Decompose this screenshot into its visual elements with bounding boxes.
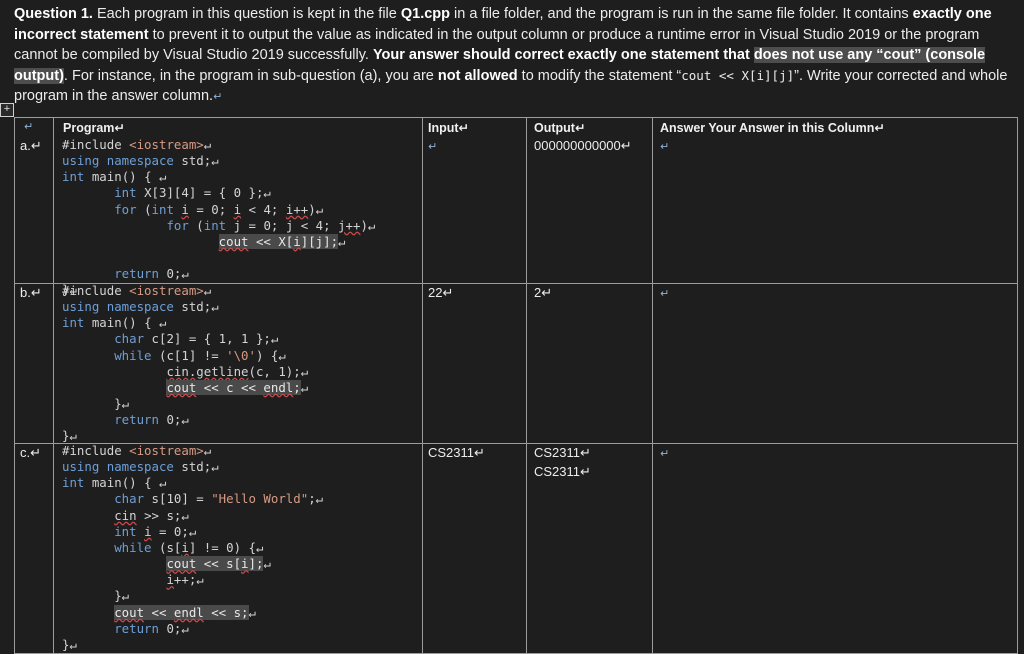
answer-a[interactable]: ↵ xyxy=(660,140,669,153)
corner-mark: ↵ xyxy=(24,121,34,133)
output-a: 000000000000↵ xyxy=(534,138,632,153)
output-c-line-2: CS2311↵ xyxy=(534,464,591,479)
table-move-handle-icon[interactable]: + xyxy=(0,103,14,117)
answer-b[interactable]: ↵ xyxy=(660,287,669,300)
question-part: Each program in this question is kept in… xyxy=(92,6,401,22)
output-c-line-1: CS2311↵ xyxy=(534,445,591,460)
question-text: Question 1. Each program in this questio… xyxy=(14,4,1018,108)
question-code: cout << X[i][j] xyxy=(681,67,795,83)
program-c: #include <iostream>↵ using namespace std… xyxy=(62,443,324,652)
question-part: . For instance, in the program in sub-qu… xyxy=(63,67,438,84)
header-answer: Answer Your Answer in this Column↵ xyxy=(660,121,885,135)
input-a: ↵ xyxy=(428,141,438,153)
program-a: #include <iostream>↵ using namespace std… xyxy=(62,137,376,298)
answer-c[interactable]: ↵ xyxy=(660,447,669,460)
header-output: Output↵ xyxy=(534,121,586,135)
output-b: 2↵ xyxy=(534,285,553,300)
program-b: #include <iostream>↵ using namespace std… xyxy=(62,283,309,444)
question-part: in a file folder, and the program is run… xyxy=(450,6,913,22)
question-title: Question 1. xyxy=(14,6,93,22)
row-label-a: a.↵ xyxy=(20,138,42,153)
input-c: CS2311↵ xyxy=(428,445,485,460)
header-program: Program↵ xyxy=(63,121,125,135)
input-b: 22↵ xyxy=(428,285,454,300)
question-table: ↵ Program↵ Input↵ Output↵ Answer Your An… xyxy=(14,117,1018,654)
question-emphasis: not allowed xyxy=(437,67,518,84)
header-input: Input↵ xyxy=(428,121,470,135)
paragraph-mark: ↵ xyxy=(213,91,223,103)
row-label-c: c.↵ xyxy=(20,445,42,460)
question-emphasis: Your answer should correct exactly one s… xyxy=(372,47,754,63)
question-part: to modify the statement “ xyxy=(517,67,682,84)
question-file: Q1.cpp xyxy=(400,6,451,22)
row-label-b: b.↵ xyxy=(20,285,42,300)
